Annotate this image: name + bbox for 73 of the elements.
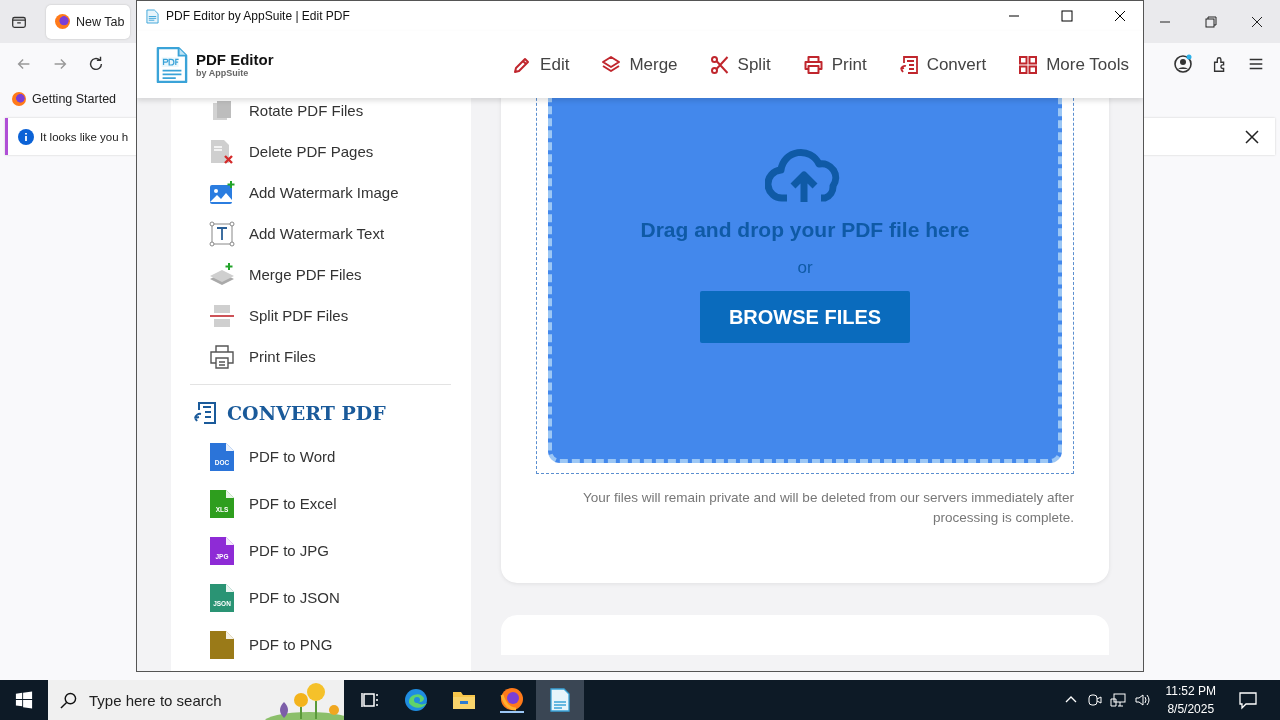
split-page-icon — [209, 302, 235, 329]
printer-icon — [802, 54, 824, 75]
layers-icon — [209, 261, 235, 288]
tool-label: Merge PDF Files — [249, 266, 362, 283]
search-icon — [60, 691, 77, 709]
document-icon — [146, 8, 159, 24]
clock-date[interactable]: 8/5/2025 — [1167, 700, 1215, 718]
nav-link[interactable]: More Tools — [1018, 54, 1129, 75]
privacy-note: Your files will remain private and will be deleted from our servers immediately after processing is complete. — [582, 489, 1074, 527]
pdf-app-icon[interactable] — [536, 680, 584, 720]
task-view-icon[interactable] — [360, 690, 380, 710]
convert-label: PDF to JSON — [249, 589, 340, 606]
tool-label: Delete PDF Pages — [249, 143, 374, 160]
info-icon — [18, 128, 34, 145]
tool-link[interactable]: Print Files — [209, 336, 471, 377]
delete-page-icon — [209, 138, 235, 165]
camera-icon[interactable] — [1085, 692, 1102, 708]
close-icon[interactable] — [1251, 15, 1263, 28]
reload-icon[interactable] — [87, 55, 105, 73]
app-name: PDF Editor — [196, 51, 274, 68]
nav-link[interactable]: Print — [802, 54, 867, 75]
tool-label: Split PDF Files — [249, 307, 349, 324]
printer-icon — [209, 343, 235, 370]
volume-icon[interactable] — [1133, 692, 1152, 708]
drop-heading: Drag and drop your PDF file here — [640, 218, 970, 242]
image-icon — [209, 179, 235, 206]
browser-tab[interactable]: New Tab — [46, 4, 130, 39]
search-field[interactable]: Type here to search — [48, 680, 344, 720]
or-text: or — [797, 258, 813, 278]
network-icon[interactable] — [1109, 692, 1126, 708]
tool-link[interactable]: Merge PDF Files — [209, 254, 471, 295]
convert-icon — [898, 54, 919, 75]
tool-label: Print Files — [249, 348, 316, 365]
tool-link[interactable]: Delete PDF Pages — [209, 131, 471, 172]
convert-label: PDF to Word — [249, 448, 336, 465]
tool-link[interactable]: Add Watermark Image — [209, 172, 471, 213]
convert-icon — [193, 401, 217, 425]
browse-files-button[interactable]: BROWSE FILES — [700, 291, 910, 343]
bookmark[interactable]: Getting Started — [12, 91, 117, 106]
nav-link[interactable]: Convert — [898, 54, 987, 75]
account-icon[interactable] — [1173, 54, 1193, 74]
notification-text: It looks like you h — [40, 130, 129, 143]
section-title: CONVERT PDF — [227, 402, 386, 424]
tool-link[interactable]: Split PDF Files — [209, 295, 471, 336]
convert-label: PDF to JPG — [249, 542, 330, 559]
nav-link[interactable]: Split — [709, 54, 771, 75]
convert-label: PDF to PNG — [249, 636, 333, 653]
scissors-icon — [709, 54, 730, 75]
browser-icon[interactable] — [404, 688, 428, 712]
maximize-icon[interactable] — [1061, 10, 1073, 22]
app-tagline: by AppSuite — [196, 68, 250, 78]
start-icon[interactable] — [15, 691, 33, 709]
notifications-icon[interactable] — [1238, 690, 1258, 710]
convert-label: PDF to Excel — [249, 495, 337, 512]
restore-icon[interactable] — [1205, 15, 1217, 28]
text-icon — [209, 220, 235, 247]
close-icon[interactable] — [1245, 129, 1259, 144]
close-icon[interactable] — [1114, 10, 1126, 22]
firefox-icon[interactable] — [500, 687, 524, 713]
nav-link[interactable]: Edit — [512, 54, 570, 75]
nav-link[interactable]: Merge — [601, 54, 678, 75]
layers-icon — [601, 54, 622, 75]
window-title: PDF Editor by AppSuite | Edit PDF — [166, 9, 350, 23]
tool-link[interactable]: Rotate PDF Files — [209, 98, 471, 131]
tool-label: Add Watermark Text — [249, 225, 385, 242]
tool-label: Rotate PDF Files — [249, 102, 364, 119]
tool-label: Add Watermark Image — [249, 184, 399, 201]
drop-zone[interactable]: Drag and drop your PDF file here or BROWSE FILES — [548, 98, 1062, 463]
clock-time[interactable]: 11:52 PM — [1165, 682, 1216, 700]
tool-link[interactable]: Add Watermark Text — [209, 213, 471, 254]
format-link[interactable]: PDF to PNG — [209, 621, 471, 668]
pdf-logo-icon — [156, 45, 188, 84]
grid-icon — [1018, 54, 1039, 75]
